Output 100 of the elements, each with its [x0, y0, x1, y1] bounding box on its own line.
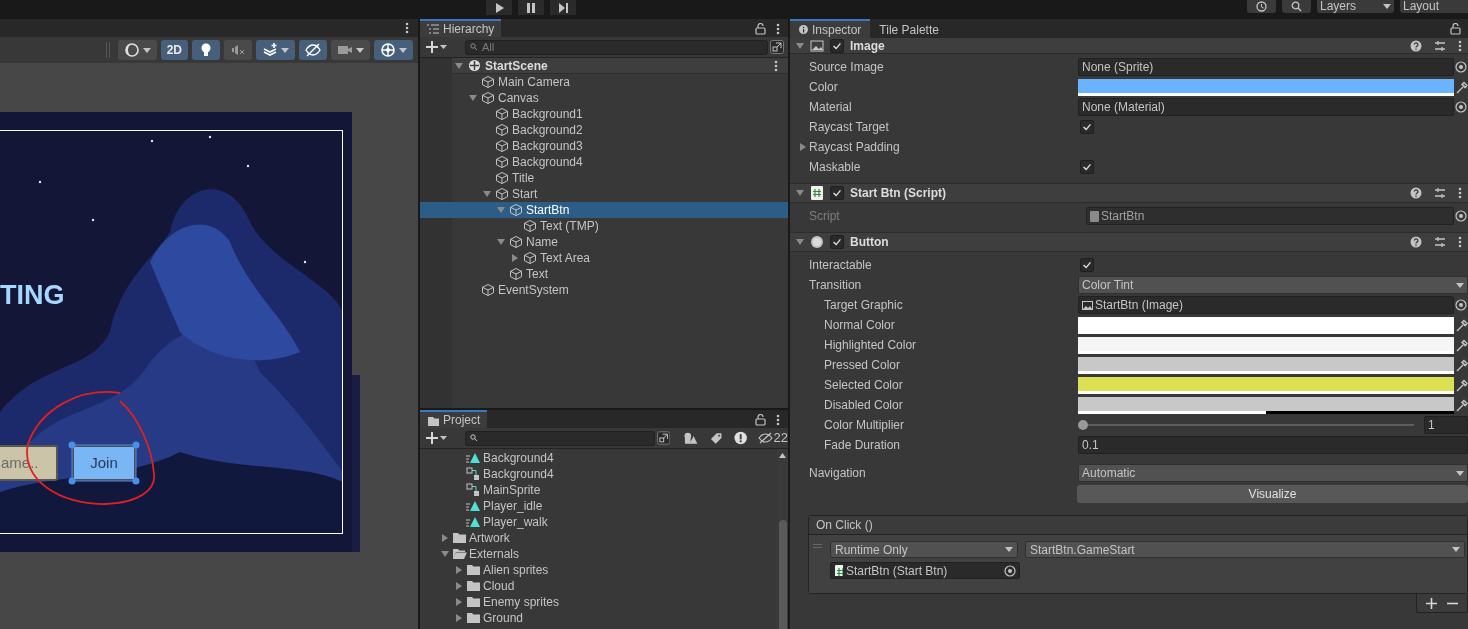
caret-icon[interactable]: [440, 436, 447, 440]
project-item[interactable]: Externals: [420, 546, 776, 562]
more-icon[interactable]: [776, 414, 780, 426]
warning-icon[interactable]: [734, 431, 748, 445]
search-button[interactable]: [1282, 0, 1311, 13]
eyedropper-icon[interactable]: [1454, 318, 1468, 332]
project-tab[interactable]: Project: [420, 410, 488, 428]
expand-arrow-icon[interactable]: [511, 254, 519, 262]
eyedropper-icon[interactable]: [1454, 378, 1468, 392]
plus-icon[interactable]: [426, 41, 438, 53]
number-field[interactable]: 1: [1424, 416, 1468, 434]
tile-palette-tab[interactable]: Tile Palette: [870, 19, 948, 38]
play-button[interactable]: [486, 0, 512, 15]
target-icon[interactable]: [1004, 564, 1016, 577]
pause-button[interactable]: [518, 0, 544, 15]
help-icon[interactable]: [1410, 236, 1422, 248]
expand-arrow-icon[interactable]: [455, 598, 463, 606]
color-field[interactable]: [1078, 78, 1454, 96]
object-field[interactable]: StartBtn (Start Btn): [830, 562, 1020, 579]
search-icon[interactable]: [1291, 1, 1302, 12]
color-field[interactable]: [1078, 396, 1454, 414]
hierarchy-item[interactable]: StartBtn: [420, 202, 788, 218]
expand-arrow-icon[interactable]: [441, 534, 449, 542]
shading-mode-button[interactable]: [117, 40, 157, 60]
dropdown[interactable]: Automatic: [1078, 464, 1468, 482]
project-item[interactable]: Enemy sprites: [420, 594, 776, 610]
visibility-toggle[interactable]: [299, 40, 327, 60]
object-field[interactable]: StartBtn: [1086, 207, 1454, 225]
presets-icon[interactable]: [1434, 187, 1446, 199]
layers-dropdown[interactable]: Layers: [1317, 0, 1394, 13]
project-item[interactable]: Artwork: [420, 530, 776, 546]
hierarchy-item[interactable]: Start: [420, 186, 788, 202]
dropdown[interactable]: Color Tint: [1078, 276, 1468, 294]
lighting-toggle[interactable]: [192, 40, 220, 60]
component-header[interactable]: Button: [790, 232, 1468, 252]
target-icon[interactable]: [1455, 210, 1467, 222]
lock-icon[interactable]: [755, 414, 766, 426]
shading-icon[interactable]: [123, 42, 140, 58]
search-window-icon[interactable]: [770, 40, 784, 54]
pause-icon[interactable]: [524, 0, 538, 15]
join-button[interactable]: Join: [72, 445, 136, 481]
lock-icon[interactable]: [755, 23, 766, 35]
expand-arrow-icon[interactable]: [799, 143, 807, 151]
visualize-button[interactable]: Visualize: [1077, 485, 1468, 503]
expand-arrow-icon[interactable]: [455, 566, 463, 574]
effects-toggle[interactable]: [256, 40, 295, 60]
collapse-arrow-icon[interactable]: [497, 238, 505, 246]
more-icon[interactable]: [1458, 39, 1462, 52]
eyedropper-icon[interactable]: [1454, 358, 1468, 372]
checkbox[interactable]: [830, 186, 844, 200]
project-item[interactable]: Background4: [420, 466, 776, 482]
layers-icon[interactable]: [262, 42, 278, 58]
hierarchy-item[interactable]: Background1: [420, 106, 788, 122]
collapse-arrow-icon[interactable]: [796, 189, 804, 197]
project-item[interactable]: Background4: [420, 450, 776, 466]
audio-toggle[interactable]: [224, 40, 252, 60]
color-field[interactable]: [1078, 376, 1454, 394]
plus-icon[interactable]: [426, 432, 438, 444]
add-icon[interactable]: [1426, 597, 1437, 609]
scroll-up-icon[interactable]: [779, 453, 786, 458]
eyedropper-icon[interactable]: [1454, 398, 1468, 412]
step-button[interactable]: [550, 0, 576, 15]
hierarchy-item[interactable]: Title: [420, 170, 788, 186]
checkbox[interactable]: [1080, 258, 1094, 272]
collapse-arrow-icon[interactable]: [796, 238, 804, 246]
hierarchy-item[interactable]: EventSystem: [420, 282, 788, 298]
hierarchy-item[interactable]: Name: [420, 234, 788, 250]
object-field[interactable]: None (Sprite): [1078, 58, 1454, 76]
checkbox[interactable]: [830, 38, 844, 53]
collapse-arrow-icon[interactable]: [469, 94, 477, 102]
help-icon[interactable]: [1410, 187, 1422, 199]
expand-arrow-icon[interactable]: [455, 614, 463, 622]
color-field[interactable]: [1078, 336, 1454, 354]
inspector-tab[interactable]: Inspector: [790, 19, 871, 38]
eyedropper-icon[interactable]: [1454, 80, 1468, 94]
gizmos-button[interactable]: [374, 40, 413, 60]
more-icon[interactable]: [776, 23, 780, 35]
hierarchy-item[interactable]: Text (TMP): [420, 218, 788, 234]
project-item[interactable]: Alien sprites: [420, 562, 776, 578]
hierarchy-item[interactable]: Background4: [420, 154, 788, 170]
hierarchy-item[interactable]: Text Area: [420, 250, 788, 266]
presets-icon[interactable]: [1434, 39, 1446, 52]
checkbox[interactable]: [1080, 120, 1094, 134]
checkbox[interactable]: [1080, 160, 1094, 174]
mode-toggle[interactable]: 2D: [160, 40, 188, 60]
project-item[interactable]: Cloud: [420, 578, 776, 594]
search-field[interactable]: [465, 430, 656, 446]
eyedropper-icon[interactable]: [1454, 338, 1468, 352]
clock-icon[interactable]: [1256, 1, 1267, 12]
hierarchy-item[interactable]: Main Camera: [420, 74, 788, 90]
color-field[interactable]: [1078, 316, 1454, 334]
target-icon[interactable]: [1455, 101, 1467, 113]
color-field[interactable]: [1078, 356, 1454, 374]
help-icon[interactable]: [1410, 39, 1422, 52]
more-icon[interactable]: [774, 59, 778, 72]
more-icon[interactable]: [1458, 236, 1462, 248]
checkbox[interactable]: [830, 235, 844, 249]
gizmo-icon[interactable]: [380, 42, 396, 58]
label-filter-icon[interactable]: [709, 431, 723, 445]
expand-arrow-icon[interactable]: [455, 582, 463, 590]
